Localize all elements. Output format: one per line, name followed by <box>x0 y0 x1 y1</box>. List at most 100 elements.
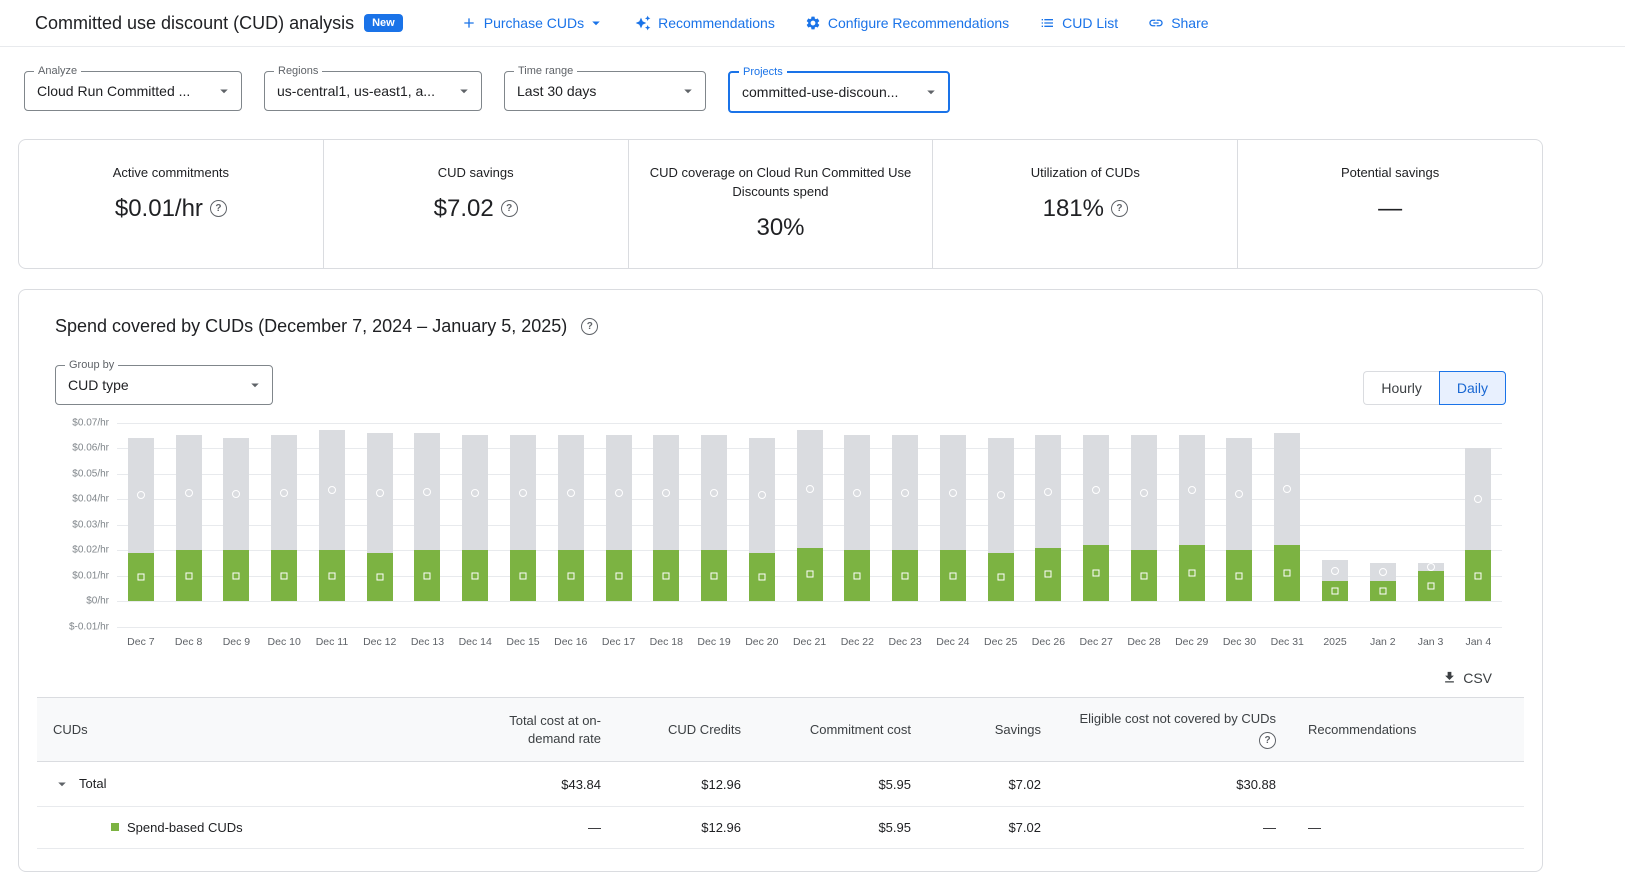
x-axis-label: Dec 27 <box>1072 636 1120 648</box>
square-marker-icon <box>328 572 335 579</box>
circle-marker-icon <box>806 485 814 493</box>
help-icon[interactable]: ? <box>501 200 518 217</box>
caret-down-icon <box>215 82 233 100</box>
filter-projects[interactable]: Projectscommitted-use-discoun... <box>728 71 950 113</box>
bar-jan-4[interactable] <box>1454 423 1502 627</box>
bar-dec-16[interactable] <box>547 423 595 627</box>
bar-dec-14[interactable] <box>451 423 499 627</box>
column-header-cuds: CUDs <box>37 697 467 762</box>
metric-label: Potential savings <box>1341 164 1439 183</box>
bar-dec-28[interactable] <box>1120 423 1168 627</box>
bar-dec-26[interactable] <box>1025 423 1073 627</box>
filter-regions[interactable]: Regionsus-central1, us-east1, a... <box>264 71 482 111</box>
segment-spend-based-cuds <box>1083 545 1109 601</box>
segment-eligible-cost-not-covered-by-cuds <box>1179 435 1205 545</box>
segment-eligible-cost-not-covered-by-cuds <box>749 438 775 553</box>
segment-spend-based-cuds <box>749 553 775 601</box>
bar-dec-7[interactable] <box>117 423 165 627</box>
filter-analyze[interactable]: AnalyzeCloud Run Committed ... <box>24 71 242 111</box>
action-recommendations[interactable]: Recommendations <box>625 7 785 39</box>
metric-cud-coverage-on-cloud-run-committed-use-discounts-spend: CUD coverage on Cloud Run Committed Use … <box>628 140 933 268</box>
x-axis-label: Dec 29 <box>1168 636 1216 648</box>
circle-marker-icon <box>519 489 527 497</box>
x-axis-label: Jan 3 <box>1407 636 1455 648</box>
row-label-cell: Total <box>37 762 467 807</box>
interval-toggle: HourlyDaily <box>1363 371 1506 405</box>
bar-dec-19[interactable] <box>690 423 738 627</box>
bar-dec-20[interactable] <box>738 423 786 627</box>
csv-label: CSV <box>1463 670 1492 686</box>
bar-dec-8[interactable] <box>165 423 213 627</box>
x-axis-label: Dec 16 <box>547 636 595 648</box>
bar-dec-21[interactable] <box>786 423 834 627</box>
action-configure-recommendations[interactable]: Configure Recommendations <box>795 7 1019 39</box>
bar-dec-22[interactable] <box>833 423 881 627</box>
filter-label: Time range <box>514 65 577 78</box>
y-axis-tick-label: $0.03/hr <box>72 519 109 530</box>
metric-number: $0.01/hr <box>115 195 203 223</box>
chart-xlabels: Dec 7Dec 8Dec 9Dec 10Dec 11Dec 12Dec 13D… <box>117 636 1502 648</box>
segment-spend-based-cuds <box>176 550 202 601</box>
column-header-cud-credits: CUD Credits <box>617 697 757 762</box>
bar-dec-11[interactable] <box>308 423 356 627</box>
page-header: Committed use discount (CUD) analysis Ne… <box>0 0 1625 47</box>
bar-2025[interactable] <box>1311 423 1359 627</box>
bar-dec-18[interactable] <box>642 423 690 627</box>
x-axis-label: Dec 13 <box>404 636 452 648</box>
metric-label: Utilization of CUDs <box>1031 164 1140 183</box>
row-label: Total <box>79 776 106 791</box>
segment-eligible-cost-not-covered-by-cuds <box>988 438 1014 553</box>
bar-jan-3[interactable] <box>1407 423 1455 627</box>
filter-time-range[interactable]: Time rangeLast 30 days <box>504 71 706 111</box>
bar-dec-29[interactable] <box>1168 423 1216 627</box>
circle-marker-icon <box>901 489 909 497</box>
gridline <box>117 627 1502 628</box>
x-axis-label: Jan 2 <box>1359 636 1407 648</box>
table-row-total[interactable]: Total$43.84$12.96$5.95$7.02$30.88 <box>37 762 1524 807</box>
circle-marker-icon <box>1283 485 1291 493</box>
segment-eligible-cost-not-covered-by-cuds <box>1083 435 1109 545</box>
x-axis-label: 2025 <box>1311 636 1359 648</box>
table-row-spend-based-cuds[interactable]: Spend-based CUDs—$12.96$5.95$7.02—— <box>37 807 1524 849</box>
square-marker-icon <box>806 571 813 578</box>
caret-down-icon <box>679 82 697 100</box>
bar-dec-27[interactable] <box>1072 423 1120 627</box>
help-icon[interactable]: ? <box>1259 732 1276 749</box>
bar-dec-13[interactable] <box>404 423 452 627</box>
column-header-total-cost-at-on-demand-rate: Total cost at on-demand rate <box>467 697 617 762</box>
bar-dec-25[interactable] <box>977 423 1025 627</box>
segment-spend-based-cuds <box>797 548 823 602</box>
bar-dec-10[interactable] <box>260 423 308 627</box>
bar-jan-2[interactable] <box>1359 423 1407 627</box>
action-cud-list[interactable]: CUD List <box>1029 7 1128 39</box>
segment-eligible-cost-not-covered-by-cuds <box>558 435 584 550</box>
bar-dec-23[interactable] <box>881 423 929 627</box>
segment-eligible-cost-not-covered-by-cuds <box>223 438 249 550</box>
filter-value: Last 30 days <box>517 83 673 99</box>
help-icon[interactable]: ? <box>1111 200 1128 217</box>
bar-dec-12[interactable] <box>356 423 404 627</box>
circle-marker-icon <box>710 489 718 497</box>
segment-spend-based-cuds <box>1465 550 1491 601</box>
bar-dec-30[interactable] <box>1216 423 1264 627</box>
metric-number: 30% <box>756 214 804 242</box>
bar-dec-31[interactable] <box>1263 423 1311 627</box>
bar-dec-17[interactable] <box>595 423 643 627</box>
collapse-arrow-icon[interactable] <box>53 775 71 793</box>
bar-dec-24[interactable] <box>929 423 977 627</box>
square-marker-icon <box>1284 570 1291 577</box>
filter-label: Regions <box>274 65 322 78</box>
help-icon[interactable]: ? <box>210 200 227 217</box>
bar-dec-15[interactable] <box>499 423 547 627</box>
action-purchase-cuds[interactable]: Purchase CUDs <box>451 6 615 40</box>
group-by-select[interactable]: Group by CUD type <box>55 365 273 405</box>
bar-dec-9[interactable] <box>213 423 261 627</box>
action-share[interactable]: Share <box>1138 7 1218 39</box>
toggle-daily[interactable]: Daily <box>1439 371 1506 405</box>
segment-spend-based-cuds <box>367 553 393 601</box>
row-label-cell: Spend-based CUDs <box>37 807 467 849</box>
y-axis-tick-label: $0.07/hr <box>72 417 109 428</box>
help-icon[interactable]: ? <box>581 318 598 335</box>
download-csv-button[interactable]: CSV <box>1436 669 1498 687</box>
toggle-hourly[interactable]: Hourly <box>1363 371 1438 405</box>
